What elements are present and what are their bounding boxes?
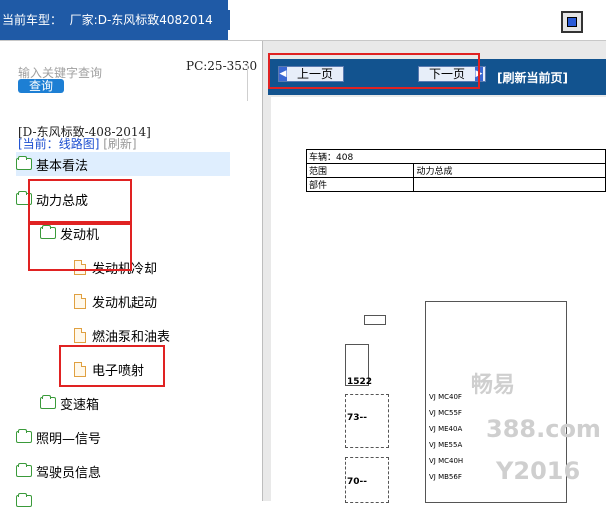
vj-label: VJ ME55A xyxy=(429,441,463,449)
vj-label: VJ ME40A xyxy=(429,425,463,433)
file-icon xyxy=(74,327,86,343)
window-toggle-button[interactable] xyxy=(561,11,583,33)
car-label: 车辆：408 xyxy=(306,149,606,164)
tree-item-label: 发动机起动 xyxy=(92,295,158,311)
current-prefix: [当前： xyxy=(18,137,59,151)
left-panel: 输入关键字查询 查询 PC:25-3530 [D-东风标致-408-2014] … xyxy=(0,41,263,507)
folder-icon xyxy=(16,429,32,443)
tree-item-fuel-pump[interactable]: 燃油泵和油表 xyxy=(74,323,170,347)
wiring-diagram-page: 车辆：408 范围 动力总成 部件 1522 73-- 70-- VJ MC40F… xyxy=(271,97,606,503)
powertrain-label: 动力总成 xyxy=(413,163,606,178)
vertical-divider xyxy=(247,63,248,101)
vj-labels: VJ MC40F VJ MC55F VJ ME40A VJ ME55A VJ M… xyxy=(429,389,463,485)
current-suffix: ] xyxy=(94,137,100,151)
highlight-box-injection xyxy=(59,345,165,387)
folder-icon xyxy=(16,463,32,477)
tree-item-driver-info[interactable]: 驾驶员信息 xyxy=(16,459,101,483)
code-70-label: 70-- xyxy=(347,477,367,487)
folder-icon xyxy=(16,156,32,170)
right-panel: ◀ 上一页 下一页 ▶ [刷新当前页] 车辆：408 范围 动力总成 部件 1522 … xyxy=(263,41,606,503)
current-location: [当前：线路图] [刷新] xyxy=(18,135,137,152)
refresh-tree-link[interactable]: [刷新] xyxy=(103,137,136,151)
range-label: 范围 xyxy=(305,163,415,178)
vj-label: VJ MB56F xyxy=(429,473,462,481)
watermark-text: 畅易 xyxy=(471,373,516,398)
top-bar: 当前车型： 厂家:D-东风标致4082014 xyxy=(0,0,606,41)
tree-item-label: 燃油泵和油表 xyxy=(92,329,171,345)
tree-item-lighting-signal[interactable]: 照明—信号 xyxy=(16,425,101,449)
query-button[interactable]: 查询 xyxy=(18,79,64,93)
part-label: 部件 xyxy=(305,177,415,192)
folder-icon xyxy=(16,493,32,507)
current-model-title: 当前车型： 厂家:D-东风标致4082014 xyxy=(0,10,230,30)
refresh-current-page-link[interactable]: [刷新当前页] xyxy=(497,69,568,86)
highlight-box-engine xyxy=(28,223,132,271)
code-73-label: 73-- xyxy=(347,413,367,423)
current-link[interactable]: 线路图 xyxy=(59,137,95,151)
watermark-text: 388.com xyxy=(486,415,601,443)
folder-icon xyxy=(40,395,56,409)
window-toggle-icon xyxy=(567,17,577,27)
watermark-text: Y2016 xyxy=(496,457,581,485)
fuse-block xyxy=(364,315,386,325)
highlight-box-powertrain xyxy=(28,179,132,223)
vj-label: VJ MC40F xyxy=(429,393,462,401)
tree-item-label: 基本看法 xyxy=(36,158,89,174)
model-name: D-东风标致4082014 xyxy=(97,13,213,27)
vendor-prefix: 厂家: xyxy=(69,13,98,27)
tree-item-engine-start[interactable]: 发动机起动 xyxy=(74,289,157,313)
current-model-label: 当前车型： xyxy=(2,13,63,27)
vj-label: VJ MC40H xyxy=(429,457,464,465)
tree-item-label: 照明—信号 xyxy=(36,431,102,447)
tree-item-partial[interactable] xyxy=(16,489,36,513)
connector-1522-label: 1522 xyxy=(347,377,373,387)
tree-item-label: 驾驶员信息 xyxy=(36,465,102,481)
tree-item-label: 变速箱 xyxy=(60,397,100,413)
file-icon xyxy=(74,293,86,309)
tree-item-gearbox[interactable]: 变速箱 xyxy=(40,391,99,415)
tree-item-basic-view[interactable]: 基本看法 xyxy=(16,152,230,176)
highlight-box-nav xyxy=(268,53,480,89)
document-header-table: 车辆：408 范围 动力总成 部件 xyxy=(305,149,606,192)
vj-label: VJ MC55F xyxy=(429,409,462,417)
